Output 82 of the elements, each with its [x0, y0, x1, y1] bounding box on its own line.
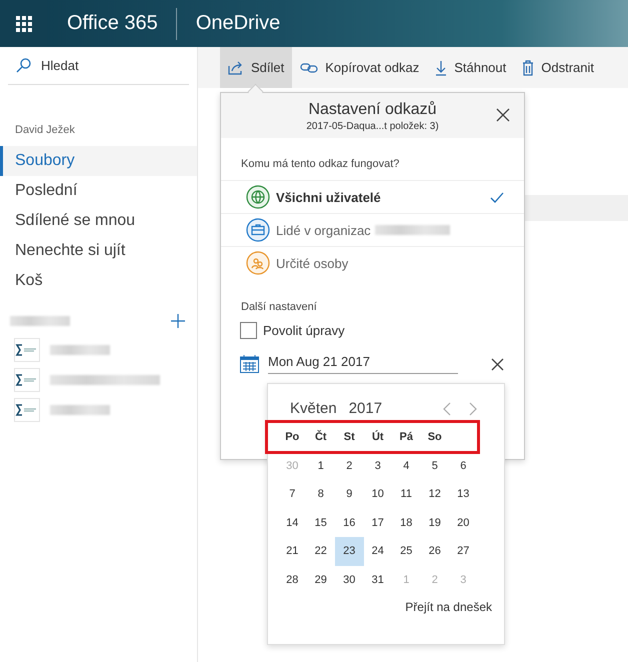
- weekday-label: So: [426, 430, 443, 446]
- share-icon: [228, 60, 244, 74]
- day-cell[interactable]: 20: [449, 508, 478, 537]
- trash-icon: [522, 60, 534, 76]
- nav-item[interactable]: Nenechte si ujít: [0, 236, 197, 266]
- plus-icon[interactable]: [171, 314, 185, 328]
- dialog-subtitle: 2017-05-Daqua...t položek: 3): [306, 121, 439, 132]
- command-button[interactable]: Odstranit: [514, 47, 602, 88]
- site-logo-icon[interactable]: [14, 398, 40, 422]
- command-button[interactable]: Sdílet: [220, 47, 292, 88]
- day-cell[interactable]: 7: [278, 480, 306, 508]
- waffle-icon: [16, 16, 32, 32]
- day-cell[interactable]: 5: [420, 452, 449, 480]
- command-button[interactable]: Kopírovat odkaz: [292, 47, 428, 88]
- people-icon: [246, 251, 270, 275]
- suite-title[interactable]: Office 365: [47, 12, 176, 35]
- day-cell[interactable]: 4: [392, 452, 420, 480]
- day-cell[interactable]: 3: [364, 452, 392, 480]
- weekday-label: Út: [370, 429, 385, 446]
- weekday-label: St: [342, 430, 356, 446]
- download-icon: [435, 60, 448, 76]
- audience-question: Komu má tento odkaz fungovat?: [240, 157, 400, 172]
- day-cell[interactable]: 10: [364, 480, 392, 508]
- weekday-label: Pá: [398, 430, 414, 446]
- day-cell[interactable]: 25: [392, 537, 420, 566]
- day-cell[interactable]: 27: [449, 537, 478, 566]
- audience-option[interactable]: Lidé v organizac: [221, 213, 524, 246]
- redacted-text: [50, 405, 110, 415]
- day-cell[interactable]: 12: [420, 480, 449, 508]
- day-cell[interactable]: 30: [335, 566, 364, 594]
- day-cell[interactable]: 22: [306, 537, 335, 566]
- dialog-title: Nastavení odkazů: [308, 101, 437, 119]
- search-field[interactable]: Hledat: [8, 47, 189, 85]
- day-cell[interactable]: 28: [278, 566, 306, 594]
- redacted-text: [10, 316, 70, 326]
- redacted-text: [50, 345, 110, 355]
- nav-item[interactable]: Poslední: [0, 176, 197, 206]
- nav-item[interactable]: Soubory: [0, 146, 197, 176]
- calendar-icon[interactable]: [240, 355, 259, 373]
- weekday-label: Po: [284, 430, 300, 446]
- go-to-today-link[interactable]: Přejít na dnešek: [405, 600, 492, 614]
- day-cell[interactable]: 19: [420, 508, 449, 537]
- command-button[interactable]: Stáhnout: [427, 47, 514, 88]
- allow-edit-checkbox[interactable]: Povolit úpravy: [221, 321, 351, 340]
- day-cell[interactable]: 15: [306, 508, 335, 537]
- month-label[interactable]: Květen: [290, 400, 337, 417]
- nav-item[interactable]: Koš: [0, 266, 197, 296]
- year-label[interactable]: 2017: [348, 400, 382, 417]
- close-icon[interactable]: [496, 108, 510, 122]
- audience-option[interactable]: Všichni uživatelé: [221, 180, 524, 213]
- site-logo-icon[interactable]: [14, 368, 40, 392]
- weekday-label: Čt: [314, 429, 328, 446]
- day-cell[interactable]: 24: [364, 537, 392, 566]
- app-title[interactable]: OneDrive: [176, 12, 280, 35]
- day-cell[interactable]: 26: [420, 537, 449, 566]
- day-cell[interactable]: 21: [278, 537, 306, 566]
- day-cell[interactable]: 14: [278, 508, 306, 537]
- day-cell[interactable]: 31: [364, 566, 392, 594]
- globe-icon: [246, 185, 270, 209]
- day-cell[interactable]: 17: [364, 508, 392, 537]
- day-cell[interactable]: 13: [449, 480, 478, 508]
- day-cell[interactable]: 2: [335, 452, 364, 480]
- day-cell[interactable]: 18: [392, 508, 420, 537]
- search-icon: [16, 58, 31, 73]
- section-label: Další nastavení: [240, 300, 318, 315]
- day-cell[interactable]: 29: [306, 566, 335, 594]
- link-icon: [300, 62, 318, 74]
- briefcase-icon: [246, 218, 270, 242]
- check-icon: [490, 192, 504, 202]
- nav-item[interactable]: Sdílené se mnou: [0, 206, 197, 236]
- audience-option[interactable]: Určité osoby: [221, 246, 524, 279]
- day-cell[interactable]: 8: [306, 480, 335, 508]
- day-cell[interactable]: 11: [392, 480, 420, 508]
- site-logo-icon[interactable]: [14, 338, 40, 362]
- day-cell[interactable]: 6: [449, 452, 478, 480]
- clear-icon[interactable]: [491, 358, 504, 370]
- day-cell[interactable]: 9: [335, 480, 364, 508]
- day-cell[interactable]: 1: [306, 452, 335, 480]
- expiry-date-field[interactable]: Mon Aug 21 2017: [268, 354, 458, 374]
- day-cell[interactable]: 16: [335, 508, 364, 537]
- user-name: David Ježek: [14, 123, 76, 138]
- day-cell[interactable]: 23: [335, 537, 364, 566]
